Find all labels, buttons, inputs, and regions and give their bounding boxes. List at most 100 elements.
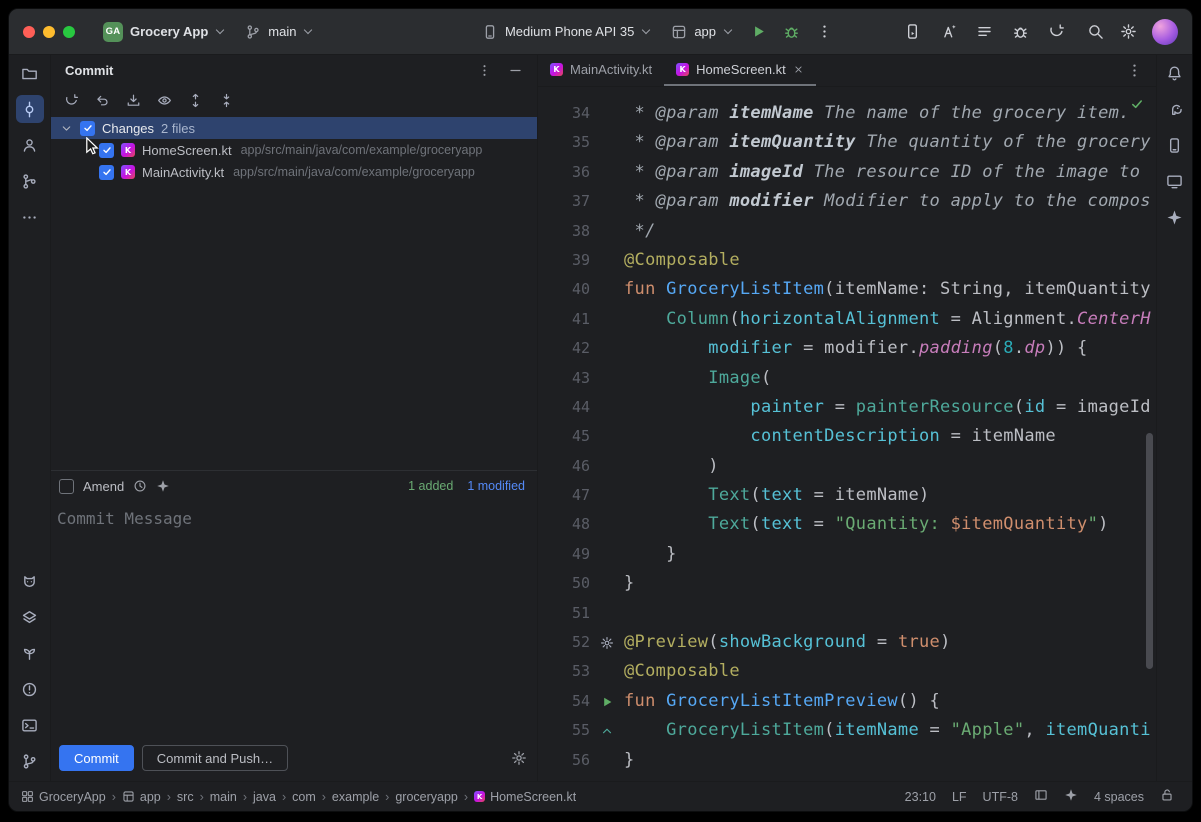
tool-task-list-button[interactable]	[971, 18, 998, 45]
tool-device-mirroring-button[interactable]	[899, 18, 926, 45]
status-editor-preview[interactable]	[1034, 788, 1048, 805]
commit-and-push-button[interactable]: Commit and Push…	[142, 745, 288, 771]
code-text[interactable]: fun GroceryListItem(itemName: String, it…	[624, 275, 1151, 304]
code-text[interactable]: Text(text = "Quantity: $itemQuantity")	[624, 510, 1109, 539]
status-ai-status[interactable]	[1064, 788, 1078, 805]
breadcrumb-example[interactable]: example	[332, 790, 379, 804]
code-text[interactable]: modifier = modifier.padding(8.dp)) {	[624, 334, 1088, 363]
tab-HomeScreen.kt[interactable]: KHomeScreen.kt	[664, 55, 816, 86]
expand-all-button[interactable]	[184, 89, 206, 111]
commit-button[interactable]: Commit	[59, 745, 134, 771]
run-configuration-selector[interactable]: app	[663, 20, 739, 44]
code-text[interactable]: Image(	[624, 364, 772, 393]
changed-file-row[interactable]: KHomeScreen.ktapp/src/main/java/com/exam…	[51, 139, 537, 161]
run-preview-icon[interactable]	[600, 695, 614, 709]
hide-tool-window-icon[interactable]	[508, 63, 523, 78]
tool-version-control-button[interactable]	[16, 747, 44, 775]
tool-app-quality-insights-button[interactable]	[1007, 18, 1034, 45]
preview-diff-button[interactable]	[153, 89, 175, 111]
settings-button[interactable]	[1115, 18, 1142, 45]
breadcrumb-app[interactable]: app	[122, 790, 161, 804]
branch-selector[interactable]: main	[237, 20, 319, 44]
expander-chevron-icon[interactable]	[59, 122, 73, 135]
search-everywhere-button[interactable]	[1082, 18, 1109, 45]
code-text[interactable]: }	[624, 746, 635, 775]
code-text[interactable]: Column(horizontalAlignment = Alignment.C…	[624, 305, 1151, 334]
status-cursor-position[interactable]: 23:10	[905, 790, 936, 804]
code-text[interactable]: * @param modifier Modifier to apply to t…	[624, 187, 1151, 216]
tool-branches-button[interactable]	[16, 167, 44, 195]
status-readonly-toggle[interactable]	[1160, 788, 1174, 805]
code-text[interactable]: @Composable	[624, 246, 740, 275]
run-button[interactable]	[745, 18, 772, 45]
code-text[interactable]: * @param imageId The resource ID of the …	[624, 158, 1140, 187]
tool-app-inspection-button[interactable]	[16, 639, 44, 667]
commit-options-kebab-icon[interactable]	[477, 63, 492, 78]
breadcrumb-HomeScreen.kt[interactable]: KHomeScreen.kt	[474, 790, 576, 804]
amend-checkbox[interactable]	[59, 479, 74, 494]
code-text[interactable]: fun GroceryListItemPreview() {	[624, 687, 940, 716]
zoom-button[interactable]	[63, 26, 75, 38]
tool-notifications-button[interactable]	[1161, 59, 1189, 87]
code-text[interactable]: Text(text = itemName)	[624, 481, 930, 510]
changes-row[interactable]: Changes 2 files	[51, 117, 537, 139]
editor-scrollbar[interactable]	[1146, 433, 1153, 669]
status-indentation[interactable]: 4 spaces	[1094, 790, 1144, 804]
tool-running-devices-button[interactable]	[1161, 167, 1189, 195]
tool-problems-button[interactable]	[16, 675, 44, 703]
code-text[interactable]: @Composable	[624, 657, 740, 686]
commit-settings-gear-icon[interactable]	[511, 750, 527, 766]
code-text[interactable]: GroceryListItem(itemName = "Apple", item…	[624, 716, 1151, 745]
file-checkbox[interactable]	[99, 143, 114, 158]
shelve-button[interactable]	[122, 89, 144, 111]
tool-gradle-button[interactable]	[1161, 95, 1189, 123]
breadcrumb-groceryapp[interactable]: groceryapp	[395, 790, 458, 804]
tool-commit-button[interactable]	[16, 95, 44, 123]
collapse-all-button[interactable]	[215, 89, 237, 111]
breadcrumb-src[interactable]: src	[177, 790, 194, 804]
tool-studio-bot-button[interactable]	[935, 18, 962, 45]
status-file-encoding[interactable]: UTF-8	[983, 790, 1018, 804]
refresh-changes-button[interactable]	[60, 89, 82, 111]
minimize-button[interactable]	[43, 26, 55, 38]
tool-gemini-button[interactable]	[1161, 203, 1189, 231]
tab-options-button[interactable]	[1121, 57, 1148, 84]
breadcrumb-main[interactable]: main	[210, 790, 237, 804]
status-line-separator[interactable]: LF	[952, 790, 967, 804]
tool-pull-requests-button[interactable]	[16, 131, 44, 159]
tool-more-tools-button[interactable]	[16, 203, 44, 231]
inspections-ok-icon[interactable]	[1130, 97, 1144, 111]
breadcrumb-java[interactable]: java	[253, 790, 276, 804]
rollback-button[interactable]	[91, 89, 113, 111]
changed-file-row[interactable]: KMainActivity.ktapp/src/main/java/com/ex…	[51, 161, 537, 183]
user-avatar[interactable]	[1152, 19, 1178, 45]
tool-device-manager-button[interactable]	[1161, 131, 1189, 159]
breadcrumb-com[interactable]: com	[292, 790, 316, 804]
preview-settings-icon[interactable]	[600, 636, 614, 650]
more-run-actions-button[interactable]	[811, 18, 838, 45]
tab-MainActivity.kt[interactable]: KMainActivity.kt	[538, 55, 664, 86]
tool-sync-project-button[interactable]	[1043, 18, 1070, 45]
tool-terminal-button[interactable]	[16, 711, 44, 739]
code-text[interactable]: @Preview(showBackground = true)	[624, 628, 951, 657]
code-text[interactable]: * @param itemName The name of the grocer…	[624, 99, 1130, 128]
code-text[interactable]: painter = painterResource(id = imageId	[624, 393, 1151, 422]
code-text[interactable]: * @param itemQuantity The quantity of th…	[624, 128, 1151, 157]
code-text[interactable]: contentDescription = itemName	[624, 422, 1056, 451]
debug-button[interactable]	[778, 18, 805, 45]
commit-history-icon[interactable]	[133, 479, 147, 493]
breadcrumb-GroceryApp[interactable]: GroceryApp	[21, 790, 106, 804]
chevron-up-icon[interactable]	[600, 724, 614, 738]
device-selector[interactable]: Medium Phone API 35	[474, 20, 657, 44]
code-text[interactable]: }	[624, 540, 677, 569]
close-button[interactable]	[23, 26, 35, 38]
code-text[interactable]: )	[624, 452, 719, 481]
tool-project-button[interactable]	[16, 59, 44, 87]
code-text[interactable]: }	[624, 569, 635, 598]
generate-commit-message-icon[interactable]	[156, 479, 170, 493]
file-checkbox[interactable]	[99, 165, 114, 180]
code-text[interactable]: */	[624, 217, 656, 246]
project-selector[interactable]: GA Grocery App	[95, 18, 231, 46]
close-tab-icon[interactable]	[793, 64, 804, 75]
tool-logcat-button[interactable]	[16, 567, 44, 595]
